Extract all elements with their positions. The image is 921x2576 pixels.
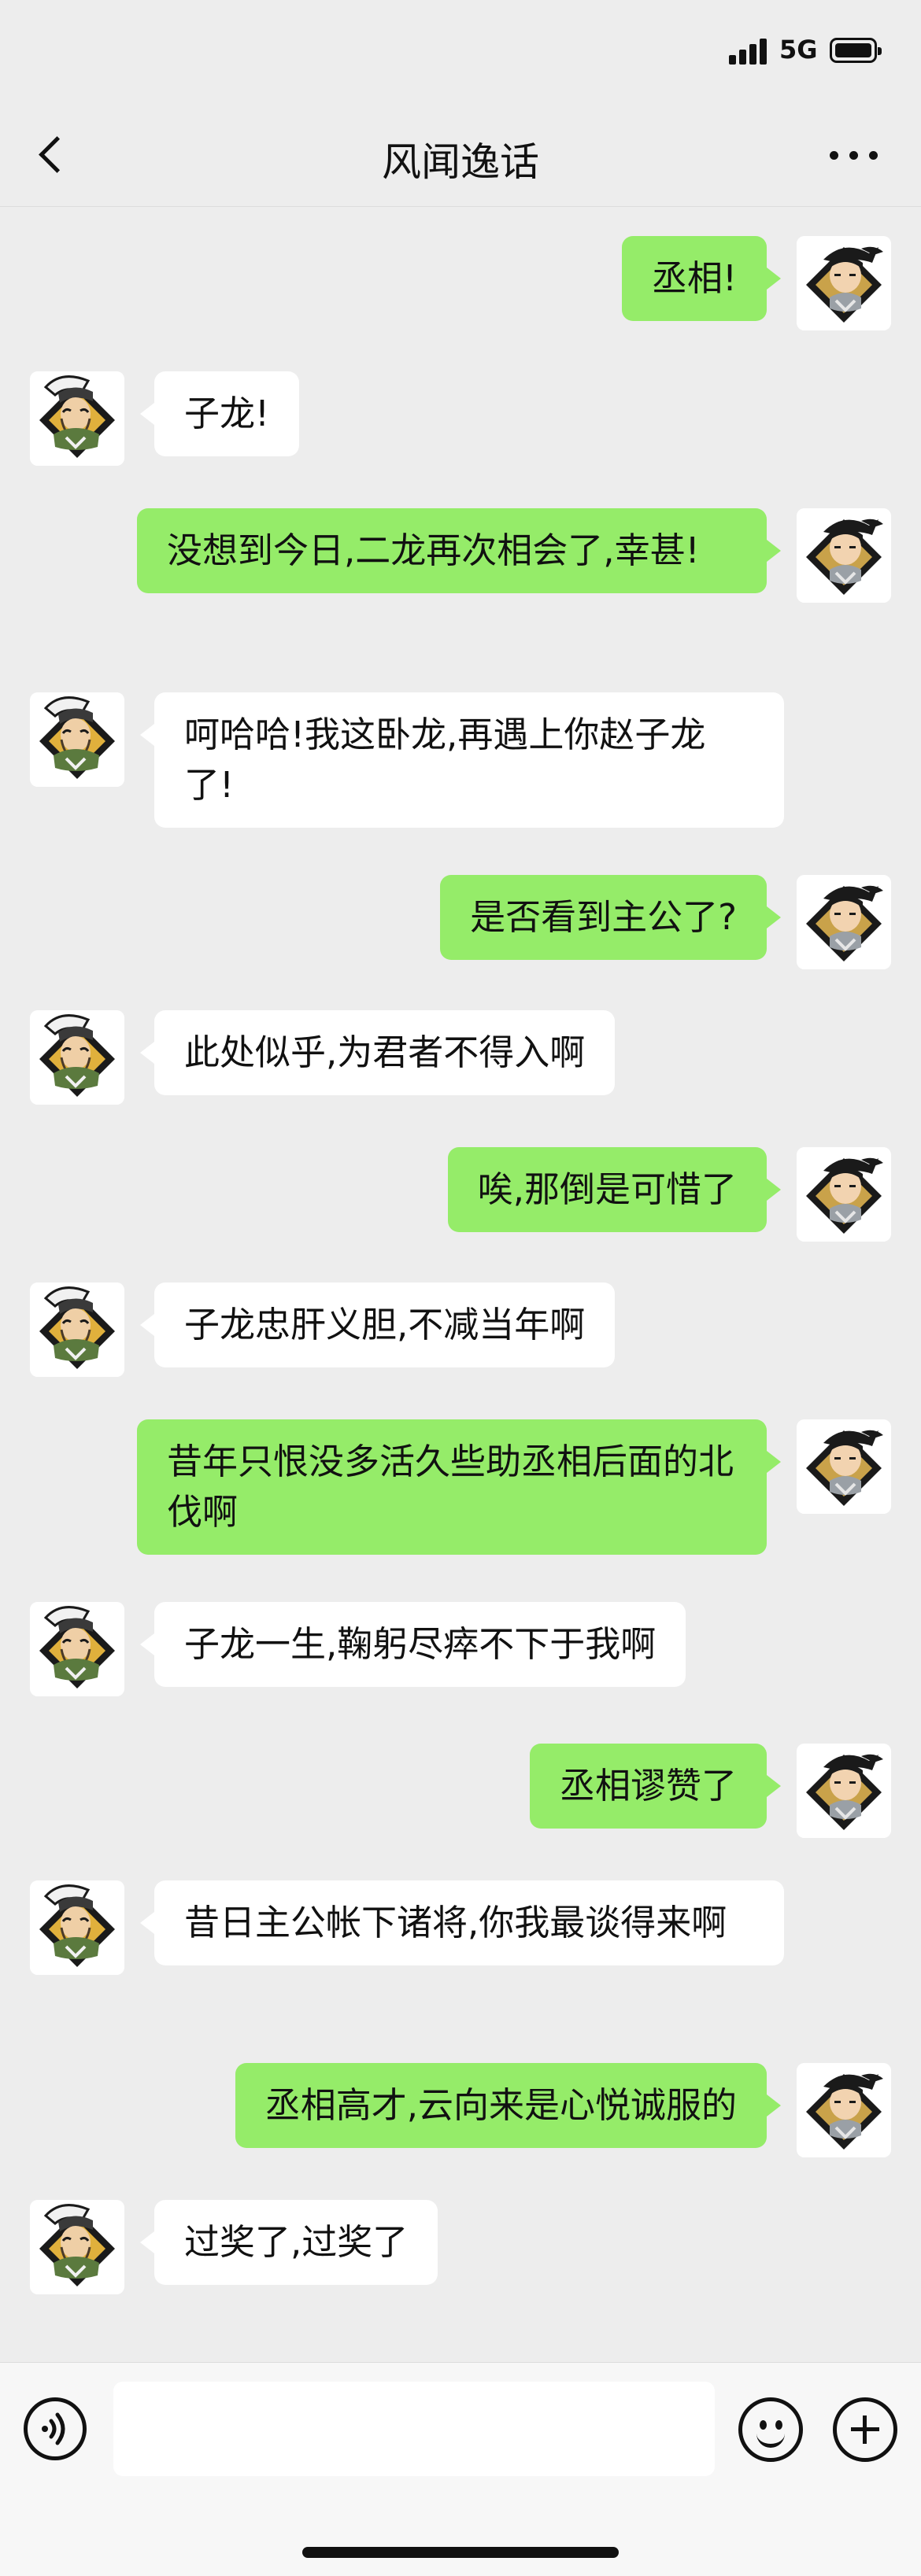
contact-avatar[interactable]: [30, 1282, 124, 1377]
outgoing-message-bubble[interactable]: 丞相高才,云向来是心悦诚服的: [235, 2063, 782, 2148]
contact-avatar[interactable]: [30, 692, 124, 787]
self-avatar[interactable]: [797, 875, 891, 969]
signal-icon: [729, 38, 768, 65]
outgoing-message-bubble[interactable]: 是否看到主公了?: [440, 875, 781, 960]
self-avatar[interactable]: [797, 508, 891, 603]
outgoing-message-bubble[interactable]: 丞相!: [621, 236, 782, 321]
self-avatar[interactable]: [797, 2063, 891, 2157]
contact-avatar[interactable]: [30, 1602, 124, 1696]
self-avatar[interactable]: [797, 1744, 891, 1838]
incoming-message-bubble[interactable]: 子龙一生,鞠躬尽瘁不下于我啊: [139, 1602, 686, 1687]
outgoing-message-bubble[interactable]: 昔年只恨没多活久些助丞相后面的北伐啊: [137, 1419, 781, 1555]
network-label: 5G: [779, 35, 818, 65]
incoming-message-bubble[interactable]: 呵哈哈!我这卧龙,再遇上你赵子龙了!: [140, 692, 784, 828]
contact-avatar[interactable]: [30, 2200, 124, 2294]
contact-avatar[interactable]: [30, 371, 124, 466]
incoming-message-bubble[interactable]: 昔日主公帐下诸将,你我最谈得来啊: [140, 1880, 784, 1965]
nav-bar: 风闻逸话: [0, 102, 921, 207]
voice-button[interactable]: [24, 2397, 87, 2460]
status-bar: 5G: [0, 0, 921, 102]
emoji-button[interactable]: [738, 2397, 803, 2462]
emoji-mouth: [756, 2431, 785, 2448]
contact-avatar[interactable]: [30, 1880, 124, 1975]
self-avatar[interactable]: [797, 1419, 891, 1514]
chat-title: 风闻逸话: [382, 139, 539, 185]
incoming-message-bubble[interactable]: 子龙!: [139, 371, 300, 456]
more-button[interactable]: [827, 140, 882, 172]
plus-button[interactable]: [833, 2397, 897, 2462]
emoji-eye: [775, 2420, 782, 2430]
input-bar: [0, 2362, 921, 2576]
message-input[interactable]: [113, 2382, 715, 2476]
voice-icon: [42, 2412, 65, 2445]
home-indicator: [302, 2547, 619, 2558]
self-avatar[interactable]: [797, 1147, 891, 1242]
contact-avatar[interactable]: [30, 1010, 124, 1105]
outgoing-message-bubble[interactable]: 没想到今日,二龙再次相会了,幸甚!: [137, 508, 781, 593]
outgoing-message-bubble[interactable]: 丞相谬赞了: [529, 1744, 782, 1829]
emoji-icon: [760, 2420, 767, 2430]
incoming-message-bubble[interactable]: 子龙忠肝义胆,不减当年啊: [139, 1282, 616, 1367]
incoming-message-bubble[interactable]: 此处似乎,为君者不得入啊: [139, 1010, 616, 1095]
incoming-message-bubble[interactable]: 过奖了,过奖了: [139, 2200, 438, 2285]
self-avatar[interactable]: [797, 236, 891, 330]
outgoing-message-bubble[interactable]: 唉,那倒是可惜了: [447, 1147, 782, 1232]
battery-icon: [830, 38, 882, 63]
